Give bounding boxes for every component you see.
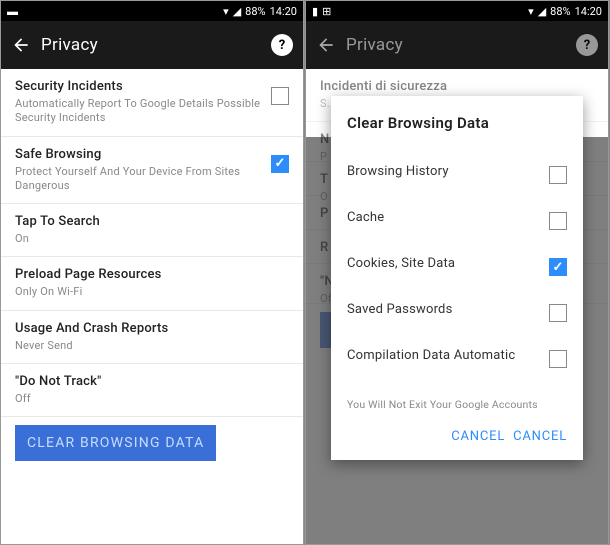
setting-title: "Do Not Track" [15,374,289,389]
modal-row-history[interactable]: Browsing History [347,148,567,194]
checkbox-cache[interactable] [549,212,567,230]
setting-do-not-track[interactable]: "Do Not Track" Off [1,364,303,417]
arrow-left-icon [11,35,31,55]
vibrate-icon: ▬ [7,5,18,18]
facebook-icon: ▮ [312,5,318,18]
status-bar: ▬ ▾ ◢ 88% 14:20 [1,1,303,21]
setting-usage-reports[interactable]: Usage And Crash Reports Never Send [1,311,303,364]
help-button[interactable]: ? [271,34,293,56]
checkbox-history[interactable] [549,166,567,184]
checkbox-compilation[interactable] [549,350,567,368]
modal-note: You Will Not Exit Your Google Accounts [347,398,567,411]
arrow-left-icon [316,35,336,55]
time-text: 14:20 [270,5,297,18]
page-title: Privacy [41,35,261,55]
setting-sub: On [15,232,289,246]
plus-icon: ⊞ [322,5,331,18]
setting-title: Security Incidents [15,79,263,94]
modal-row-cookies[interactable]: Cookies, Site Data [347,240,567,286]
wifi-icon: ▾ [528,5,534,18]
signal-icon: ◢ [233,5,241,18]
setting-title: Usage And Crash Reports [15,321,289,336]
checkbox-security-incidents[interactable] [271,87,289,105]
wifi-icon: ▾ [223,5,229,18]
setting-tap-to-search[interactable]: Tap To Search On [1,204,303,257]
status-bar: ▮ ⊞ ▾ ◢ 88% 14:20 [306,1,608,21]
setting-security-incidents[interactable]: Security Incidents Automatically Report … [1,69,303,137]
back-button[interactable] [11,35,31,55]
modal-row-passwords[interactable]: Saved Passwords [347,286,567,332]
battery-text: 88% [245,5,265,18]
setting-sub: Off [15,392,289,406]
cancel-button[interactable]: CANCEL [451,423,505,450]
checkbox-cookies[interactable] [549,258,567,276]
cancel-button-2[interactable]: CANCEL [513,423,567,450]
checkbox-passwords[interactable] [549,304,567,322]
setting-sub: Automatically Report To Google Details P… [15,97,263,126]
setting-preload[interactable]: Preload Page Resources Only On Wi-Fi [1,257,303,310]
setting-sub: Only On Wi-Fi [15,285,289,299]
setting-sub: Never Send [15,339,289,353]
clear-data-modal: Clear Browsing Data Browsing History Cac… [331,96,583,460]
battery-text: 88% [550,5,570,18]
modal-row-compilation[interactable]: Compilation Data Automatic [347,332,567,378]
signal-icon: ◢ [538,5,546,18]
setting-title: Safe Browsing [15,147,263,162]
modal-row-cache[interactable]: Cache [347,194,567,240]
setting-sub: Protect Yourself And Your Device From Si… [15,165,263,194]
setting-title: Tap To Search [15,214,289,229]
settings-list[interactable]: Security Incidents Automatically Report … [1,69,303,544]
phone-right: ▮ ⊞ ▾ ◢ 88% 14:20 Privacy ? Incidenti di… [305,0,609,545]
time-text: 14:20 [575,5,602,18]
page-title: Privacy [346,35,566,55]
back-button[interactable] [316,35,336,55]
phone-left: ▬ ▾ ◢ 88% 14:20 Privacy ? Security Incid… [0,0,304,545]
setting-title: Preload Page Resources [15,267,289,282]
app-header: Privacy ? [1,21,303,69]
setting-safe-browsing[interactable]: Safe Browsing Protect Yourself And Your … [1,137,303,205]
clear-browsing-button[interactable]: CLEAR BROWSING DATA [15,425,216,461]
help-button[interactable]: ? [576,34,598,56]
app-header: Privacy ? [306,21,608,69]
checkbox-safe-browsing[interactable] [271,155,289,173]
modal-actions: CANCEL CANCEL [347,423,567,450]
modal-title: Clear Browsing Data [347,114,567,132]
